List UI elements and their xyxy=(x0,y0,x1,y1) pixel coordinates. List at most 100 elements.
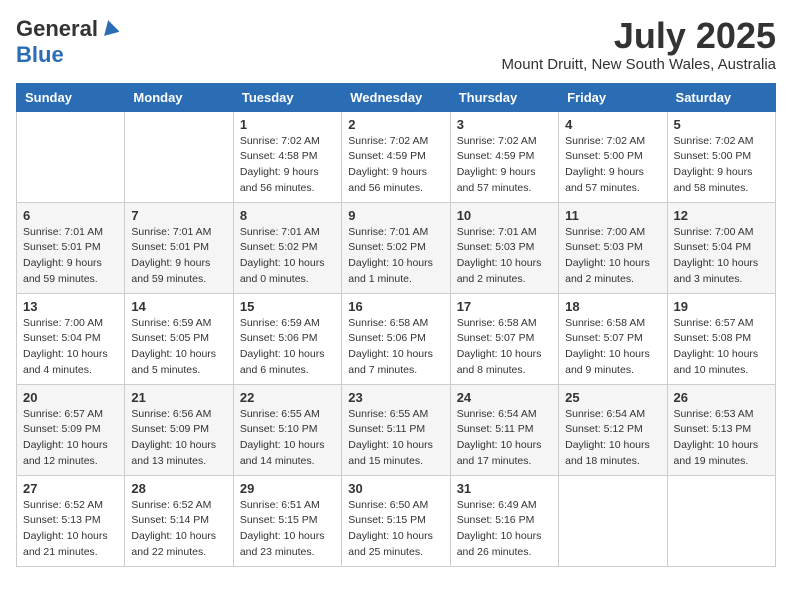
calendar-day-cell: 21Sunrise: 6:56 AMSunset: 5:09 PMDayligh… xyxy=(125,384,233,475)
day-info-line: Daylight: 9 hours and 59 minutes. xyxy=(23,256,118,288)
day-number: 6 xyxy=(23,208,118,223)
day-info-line: Daylight: 10 hours and 10 minutes. xyxy=(674,347,769,379)
calendar-day-cell xyxy=(559,475,667,566)
day-number: 3 xyxy=(457,117,552,132)
calendar-day-cell: 16Sunrise: 6:58 AMSunset: 5:06 PMDayligh… xyxy=(342,293,450,384)
calendar-day-cell: 3Sunrise: 7:02 AMSunset: 4:59 PMDaylight… xyxy=(450,111,558,202)
day-info-line: Daylight: 10 hours and 1 minute. xyxy=(348,256,443,288)
day-info-line: Sunrise: 6:52 AM xyxy=(23,498,118,514)
day-info-line: Sunset: 5:03 PM xyxy=(457,240,552,256)
day-number: 10 xyxy=(457,208,552,223)
day-info-line: Sunrise: 6:49 AM xyxy=(457,498,552,514)
day-info-line: Sunrise: 6:59 AM xyxy=(240,316,335,332)
day-info-line: Sunset: 4:58 PM xyxy=(240,149,335,165)
day-info-line: Daylight: 10 hours and 19 minutes. xyxy=(674,438,769,470)
day-info-line: Sunset: 5:15 PM xyxy=(240,513,335,529)
day-info-line: Daylight: 10 hours and 3 minutes. xyxy=(674,256,769,288)
day-number: 12 xyxy=(674,208,769,223)
day-number: 1 xyxy=(240,117,335,132)
calendar-day-cell xyxy=(17,111,125,202)
day-number: 13 xyxy=(23,299,118,314)
day-number: 9 xyxy=(348,208,443,223)
day-info-line: Sunrise: 6:54 AM xyxy=(565,407,660,423)
calendar-day-cell: 15Sunrise: 6:59 AMSunset: 5:06 PMDayligh… xyxy=(233,293,341,384)
day-info-line: Daylight: 10 hours and 0 minutes. xyxy=(240,256,335,288)
day-info-line: Daylight: 10 hours and 2 minutes. xyxy=(457,256,552,288)
day-info-line: Sunset: 5:07 PM xyxy=(457,331,552,347)
calendar-day-cell: 31Sunrise: 6:49 AMSunset: 5:16 PMDayligh… xyxy=(450,475,558,566)
day-info-line: Sunset: 5:04 PM xyxy=(23,331,118,347)
month-title: July 2025 xyxy=(501,16,776,56)
day-of-week-header: Friday xyxy=(559,83,667,111)
day-number: 30 xyxy=(348,481,443,496)
day-of-week-header: Monday xyxy=(125,83,233,111)
calendar-day-cell: 17Sunrise: 6:58 AMSunset: 5:07 PMDayligh… xyxy=(450,293,558,384)
day-info-line: Sunrise: 7:01 AM xyxy=(240,225,335,241)
calendar-day-cell xyxy=(125,111,233,202)
day-info-line: Daylight: 10 hours and 26 minutes. xyxy=(457,529,552,561)
day-info-line: Sunset: 5:00 PM xyxy=(674,149,769,165)
day-info-line: Daylight: 10 hours and 13 minutes. xyxy=(131,438,226,470)
day-number: 8 xyxy=(240,208,335,223)
day-info-line: Daylight: 9 hours and 57 minutes. xyxy=(457,165,552,197)
day-info-line: Sunset: 5:08 PM xyxy=(674,331,769,347)
day-info-line: Sunrise: 7:00 AM xyxy=(23,316,118,332)
day-number: 24 xyxy=(457,390,552,405)
day-info-line: Sunset: 5:13 PM xyxy=(674,422,769,438)
day-info-line: Daylight: 9 hours and 57 minutes. xyxy=(565,165,660,197)
day-info-line: Sunrise: 6:51 AM xyxy=(240,498,335,514)
calendar-day-cell: 25Sunrise: 6:54 AMSunset: 5:12 PMDayligh… xyxy=(559,384,667,475)
day-info-line: Sunrise: 7:02 AM xyxy=(674,134,769,150)
day-info-line: Sunset: 5:11 PM xyxy=(348,422,443,438)
day-info-line: Sunset: 5:03 PM xyxy=(565,240,660,256)
day-info-line: Daylight: 10 hours and 9 minutes. xyxy=(565,347,660,379)
logo-blue: Blue xyxy=(16,42,64,67)
day-number: 2 xyxy=(348,117,443,132)
day-info-line: Sunset: 5:02 PM xyxy=(348,240,443,256)
day-of-week-header: Thursday xyxy=(450,83,558,111)
calendar-day-cell: 20Sunrise: 6:57 AMSunset: 5:09 PMDayligh… xyxy=(17,384,125,475)
day-info-line: Sunrise: 6:58 AM xyxy=(565,316,660,332)
day-info-line: Sunrise: 7:00 AM xyxy=(565,225,660,241)
day-info-line: Sunset: 5:16 PM xyxy=(457,513,552,529)
day-of-week-header: Wednesday xyxy=(342,83,450,111)
location-subtitle: Mount Druitt, New South Wales, Australia xyxy=(501,56,776,73)
day-number: 21 xyxy=(131,390,226,405)
day-info-line: Sunset: 5:12 PM xyxy=(565,422,660,438)
day-info-line: Sunset: 5:10 PM xyxy=(240,422,335,438)
day-info-line: Daylight: 10 hours and 21 minutes. xyxy=(23,529,118,561)
calendar-week-row: 27Sunrise: 6:52 AMSunset: 5:13 PMDayligh… xyxy=(17,475,776,566)
day-number: 5 xyxy=(674,117,769,132)
title-block: July 2025 Mount Druitt, New South Wales,… xyxy=(501,16,776,73)
day-number: 11 xyxy=(565,208,660,223)
day-info-line: Daylight: 10 hours and 7 minutes. xyxy=(348,347,443,379)
calendar-day-cell: 18Sunrise: 6:58 AMSunset: 5:07 PMDayligh… xyxy=(559,293,667,384)
day-number: 4 xyxy=(565,117,660,132)
day-number: 28 xyxy=(131,481,226,496)
day-info-line: Daylight: 10 hours and 18 minutes. xyxy=(565,438,660,470)
calendar-day-cell: 14Sunrise: 6:59 AMSunset: 5:05 PMDayligh… xyxy=(125,293,233,384)
calendar-week-row: 6Sunrise: 7:01 AMSunset: 5:01 PMDaylight… xyxy=(17,202,776,293)
calendar-week-row: 1 Sunrise: 7:02 AM Sunset: 4:58 PM Daylight… xyxy=(17,111,776,202)
day-info-line: Sunrise: 6:53 AM xyxy=(674,407,769,423)
calendar-day-cell: 26Sunrise: 6:53 AMSunset: 5:13 PMDayligh… xyxy=(667,384,775,475)
day-info-line: Sunrise: 7:02 AM xyxy=(457,134,552,150)
day-info-line: Daylight: 10 hours and 12 minutes. xyxy=(23,438,118,470)
day-of-week-header: Sunday xyxy=(17,83,125,111)
day-info-line: Sunset: 5:09 PM xyxy=(131,422,226,438)
day-info-line: Sunrise: 6:57 AM xyxy=(23,407,118,423)
day-info-line: Daylight: 10 hours and 2 minutes. xyxy=(565,256,660,288)
day-info-line: Sunset: 5:06 PM xyxy=(240,331,335,347)
day-info-line: Sunset: 5:01 PM xyxy=(23,240,118,256)
day-info-line: Sunrise: 7:00 AM xyxy=(674,225,769,241)
calendar-header-row: SundayMondayTuesdayWednesdayThursdayFrid… xyxy=(17,83,776,111)
day-of-week-header: Tuesday xyxy=(233,83,341,111)
day-info-line: Sunset: 5:02 PM xyxy=(240,240,335,256)
calendar-week-row: 13 Sunrise: 7:00 AMSunset: 5:04 PM Dayligh… xyxy=(17,293,776,384)
logo: General Blue xyxy=(16,16,119,68)
day-info-line: Sunrise: 7:02 AM xyxy=(565,134,660,150)
day-info-line: Sunset: 5:09 PM xyxy=(23,422,118,438)
calendar-day-cell: 30Sunrise: 6:50 AMSunset: 5:15 PMDayligh… xyxy=(342,475,450,566)
calendar-day-cell xyxy=(667,475,775,566)
day-info-line: Sunrise: 6:58 AM xyxy=(348,316,443,332)
